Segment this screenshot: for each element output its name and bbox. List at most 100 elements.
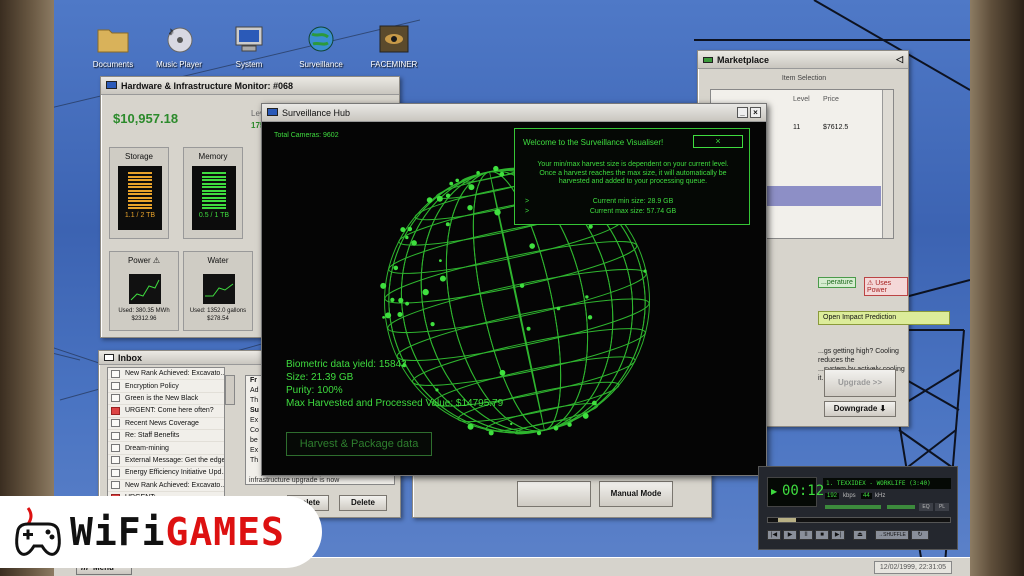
meter-bar bbox=[128, 200, 152, 202]
preview-tail: infrastructure upgrade is now bbox=[249, 477, 340, 484]
inbox-message-row[interactable]: Recent News Coverage bbox=[108, 418, 224, 430]
balance-slider[interactable] bbox=[887, 505, 915, 509]
inbox-message-row[interactable]: Dream-mining bbox=[108, 442, 224, 455]
upgrade-button[interactable]: Upgrade >> bbox=[824, 369, 896, 397]
camera-point bbox=[390, 297, 395, 302]
column-level: Level bbox=[793, 96, 810, 103]
meter-label: Power ⚠ bbox=[127, 256, 161, 265]
meter-bar bbox=[202, 207, 226, 209]
message-subject: Re: Staff Benefits bbox=[125, 432, 180, 440]
inbox-message-row[interactable]: Green is the New Black bbox=[108, 393, 224, 406]
marketplace-titlebar[interactable]: Marketplace ◁ bbox=[698, 51, 908, 69]
logo-part-games: GAMES bbox=[165, 510, 285, 554]
mail-icon bbox=[111, 444, 120, 453]
meter-bar bbox=[202, 182, 226, 185]
pl-button[interactable]: PL bbox=[935, 503, 949, 511]
shuffle-button[interactable]: →SHUFFLE bbox=[875, 530, 909, 540]
desktop-icon-music-player[interactable]: ♪ Music Player bbox=[144, 24, 214, 69]
next-button[interactable]: ▶| bbox=[831, 530, 845, 540]
eject-button[interactable]: ⏏ bbox=[853, 530, 867, 540]
manual-mode-button[interactable]: Manual Mode bbox=[599, 481, 673, 507]
impact-prediction-button[interactable]: Open Impact Prediction bbox=[818, 311, 950, 325]
camera-point bbox=[553, 425, 559, 431]
inbox-list-scrollbar[interactable] bbox=[225, 375, 235, 405]
storage-value: 1.1 / 2 TB bbox=[124, 212, 156, 219]
desktop-icon-system[interactable]: System bbox=[214, 24, 284, 69]
desktop-icon-surveillance[interactable]: Surveillance bbox=[286, 24, 356, 69]
welcome-line: Once a harvest reaches the max size, it … bbox=[539, 169, 727, 177]
camera-point bbox=[445, 222, 450, 227]
camera-point bbox=[643, 269, 647, 273]
inbox-message-row[interactable]: New Rank Achieved: Excavato... bbox=[108, 368, 224, 381]
auto-mode-button[interactable] bbox=[517, 481, 591, 507]
delete-button[interactable]: Delete bbox=[339, 495, 387, 511]
table-scrollbar[interactable] bbox=[882, 90, 893, 238]
max-size: Current max size: 57.74 GB bbox=[589, 208, 677, 215]
seek-handle[interactable] bbox=[778, 518, 796, 522]
play-button[interactable]: ▶ bbox=[783, 530, 797, 540]
svg-text:♪: ♪ bbox=[168, 26, 173, 37]
inbox-message-row[interactable]: New Rank Achieved: Excavato... bbox=[108, 480, 224, 492]
meter-bar bbox=[202, 203, 226, 206]
welcome-close-button[interactable]: × bbox=[693, 135, 743, 148]
harvest-stats: Biometric data yield: 15843 Size: 21.39 … bbox=[286, 358, 503, 410]
message-subject: Energy Efficiency Initiative Upd... bbox=[125, 469, 225, 477]
mail-icon bbox=[111, 419, 120, 428]
row-price: $7612.5 bbox=[823, 124, 849, 131]
water-graph bbox=[203, 274, 235, 304]
inbox-message-row[interactable]: Energy Efficiency Initiative Upd... bbox=[108, 467, 225, 480]
meter-bar bbox=[128, 186, 152, 188]
surveillance-hub-window[interactable]: Surveillance Hub _ × Total Cameras: 9602… bbox=[261, 103, 767, 476]
camera-point bbox=[468, 184, 475, 191]
inbox-message-row[interactable]: Re: Staff Benefits bbox=[108, 430, 224, 443]
seek-bar[interactable] bbox=[767, 517, 951, 523]
welcome-dialog[interactable]: Welcome to the Surveillance Visualiser! … bbox=[514, 128, 750, 225]
close-button[interactable]: × bbox=[750, 107, 761, 118]
inbox-message-row[interactable]: URGENT: Come here often? bbox=[108, 405, 224, 418]
marketplace-icon bbox=[703, 56, 713, 63]
hardware-monitor-titlebar[interactable]: Hardware & Infrastructure Monitor: #068 bbox=[101, 77, 399, 95]
pause-button[interactable]: II bbox=[799, 530, 813, 540]
welcome-text: Your min/max harvest size is dependent o… bbox=[515, 161, 751, 187]
volume-slider[interactable] bbox=[825, 505, 881, 509]
column-price: Price bbox=[823, 96, 839, 103]
meter-bar bbox=[128, 179, 152, 181]
inbox-message-row[interactable]: Encryption Policy bbox=[108, 380, 224, 393]
inbox-message-list[interactable]: New Rank Achieved: Excavato... Encryption… bbox=[107, 367, 225, 509]
repeat-button[interactable]: ↻ bbox=[911, 530, 929, 540]
previous-button[interactable]: |◀ bbox=[767, 530, 781, 540]
desktop-icon-faceminer[interactable]: FACEMINER bbox=[359, 24, 429, 69]
camera-point bbox=[445, 193, 451, 198]
urgent-mail-icon bbox=[111, 406, 120, 415]
minimize-button[interactable]: _ bbox=[737, 107, 748, 118]
meter-bar bbox=[202, 179, 226, 181]
desktop-icon-documents[interactable]: Documents bbox=[78, 24, 148, 69]
desktop-icon-label: Surveillance bbox=[299, 60, 343, 69]
window-title: Surveillance Hub bbox=[282, 107, 351, 118]
window-title: Hardware & Infrastructure Monitor: #068 bbox=[121, 80, 294, 91]
row-level: 11 bbox=[793, 124, 801, 131]
mail-icon bbox=[111, 431, 120, 440]
stop-button[interactable]: ■ bbox=[815, 530, 829, 540]
hub-app-icon bbox=[267, 107, 278, 116]
music-player-window[interactable]: ▶ 00:12 1. TEXXIDEX - WORKLIFE (3:40) 19… bbox=[758, 466, 958, 550]
player-track: 1. TEXXIDEX - WORKLIFE (3:40) bbox=[823, 478, 951, 489]
water-cost: $278.54 bbox=[207, 316, 229, 322]
meter-bar bbox=[202, 186, 226, 188]
storage-bars bbox=[118, 166, 162, 230]
camera-point bbox=[499, 171, 505, 177]
inbox-message-row[interactable]: External Message: Get the edge... bbox=[108, 455, 224, 468]
control-panel-window[interactable]: Manual Mode bbox=[412, 470, 712, 518]
camera-point bbox=[455, 178, 460, 183]
player-display: ▶ 00:12 bbox=[767, 477, 824, 507]
harvest-package-button[interactable]: Harvest & Package data bbox=[286, 432, 432, 456]
meter-bar bbox=[128, 189, 152, 192]
camera-point bbox=[393, 265, 399, 271]
memory-meter: Memory 0.5 / 1 TB bbox=[183, 147, 243, 239]
downgrade-button[interactable]: Downgrade ⬇ bbox=[824, 401, 896, 417]
message-subject: New Rank Achieved: Excavato... bbox=[125, 481, 225, 489]
desktop-icon-label: FACEMINER bbox=[370, 60, 418, 69]
eq-button[interactable]: EQ bbox=[919, 503, 933, 511]
message-subject: Recent News Coverage bbox=[125, 419, 199, 427]
surveillance-hub-titlebar[interactable]: Surveillance Hub _ × bbox=[262, 104, 766, 122]
